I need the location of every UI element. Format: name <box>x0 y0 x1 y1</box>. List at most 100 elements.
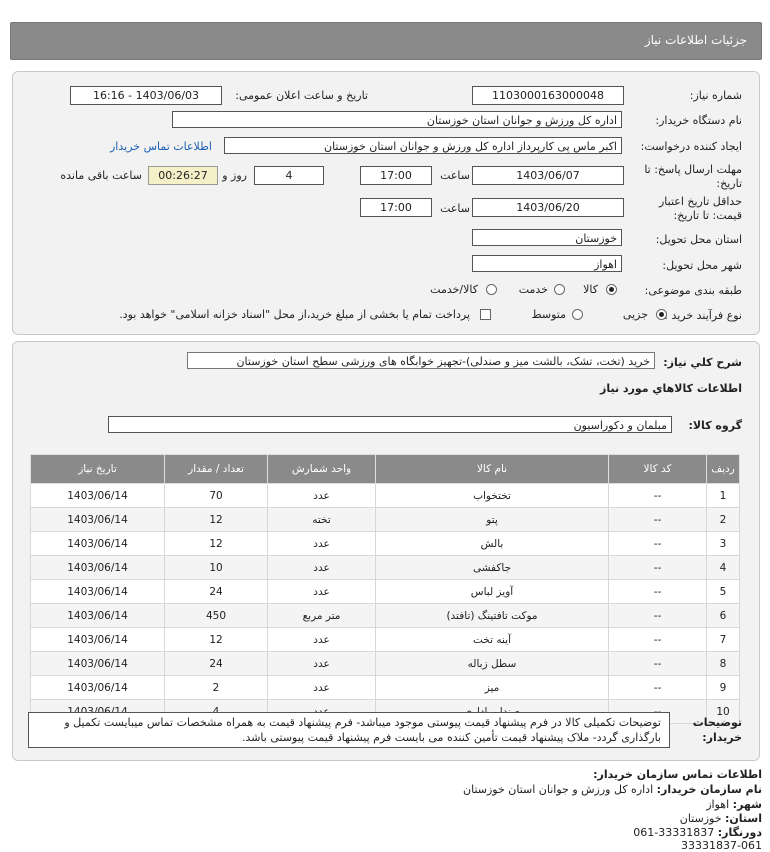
cell-goods-code: -- <box>608 555 707 580</box>
header-goods-name: نام کالا <box>375 454 609 484</box>
cell-goods-name: تختخواب <box>375 483 609 508</box>
contact-phone2-row: 33331837-061 <box>681 839 762 852</box>
deadline-label-1: مهلت ارسال پاسخ: تا <box>644 163 742 176</box>
treasury-bonds-checkbox[interactable] <box>480 309 491 320</box>
cell-quantity: 70 <box>164 483 268 508</box>
notes-label-1: توضیحات <box>692 716 742 729</box>
remaining-label: ساعت باقی مانده <box>60 169 142 182</box>
table-row: 3 -- بالش عدد 12 1403/06/14 <box>30 531 740 556</box>
cell-need-date: 1403/06/14 <box>30 627 165 652</box>
deadline-time-field: 17:00 <box>360 166 432 185</box>
table-row: 1 -- تختخواب عدد 70 1403/06/14 <box>30 483 740 508</box>
table-row: 7 -- آینه تخت عدد 12 1403/06/14 <box>30 627 740 652</box>
validity-label-1: حداقل تاریخ اعتبار <box>658 195 742 208</box>
goods-info-title: اطلاعات کالاهاي مورد نياز <box>600 382 742 395</box>
cell-goods-name: جاکفشی <box>375 555 609 580</box>
province-field: خوزستان <box>472 229 622 246</box>
table-row: 9 -- میز عدد 2 1403/06/14 <box>30 675 740 700</box>
contact-city-label: شهر: <box>732 798 762 811</box>
cell-goods-code: -- <box>608 483 707 508</box>
cell-goods-name: آویز لباس <box>375 579 609 604</box>
buyer-org-label: نام دستگاه خریدار: <box>655 114 742 127</box>
cell-need-date: 1403/06/14 <box>30 675 165 700</box>
contact-title: اطلاعات تماس سازمان خریدار: <box>593 768 762 781</box>
header-unit: واحد شمارش <box>267 454 376 484</box>
table-row: 8 -- سطل زباله عدد 24 1403/06/14 <box>30 651 740 676</box>
page-title: جزئیات اطلاعات نیاز <box>644 33 747 47</box>
category-radio-service[interactable] <box>554 284 565 295</box>
cell-goods-code: -- <box>608 675 707 700</box>
cell-row-number: 4 <box>706 555 740 580</box>
category-radio-both[interactable] <box>486 284 497 295</box>
header-goods-code: کد کالا <box>608 454 707 484</box>
category-option-goods: کالا <box>583 283 598 296</box>
summary-label: شرح کلي نياز: <box>663 356 742 369</box>
announce-label: تاریخ و ساعت اعلان عمومی: <box>235 89 368 102</box>
cell-unit: عدد <box>267 627 376 652</box>
purchase-option-medium: متوسط <box>531 308 566 321</box>
cell-need-date: 1403/06/14 <box>30 555 165 580</box>
cell-need-date: 1403/06/14 <box>30 483 165 508</box>
purchase-option-minor: جزیی <box>622 308 648 321</box>
category-option-both: کالا/خدمت <box>430 283 478 296</box>
purchase-radio-medium[interactable] <box>572 309 583 320</box>
validity-hour-label: ساعت <box>440 202 470 215</box>
goods-group-field: مبلمان و دکوراسیون <box>108 416 672 433</box>
creator-field: اکبر ماس پی کارپرداز اداره کل ورزش و جوا… <box>224 137 622 154</box>
cell-unit: عدد <box>267 579 376 604</box>
contact-city-row: شهر: اهواز <box>706 798 762 811</box>
cell-row-number: 9 <box>706 675 740 700</box>
cell-goods-name: موکت تافتینگ (تافتد) <box>375 603 609 628</box>
cell-row-number: 7 <box>706 627 740 652</box>
cell-unit: متر مربع <box>267 603 376 628</box>
buyer-org-field: اداره کل ورزش و جوانان استان خوزستان <box>172 111 622 128</box>
table-row: 4 -- جاکفشی عدد 10 1403/06/14 <box>30 555 740 580</box>
page: 019101 ParsNamadData مرکز فراوری اطلاعات… <box>0 0 770 852</box>
cell-goods-code: -- <box>608 531 707 556</box>
contact-city-value: اهواز <box>706 798 730 811</box>
cell-goods-code: -- <box>608 627 707 652</box>
purchase-type-label: نوع فرآیند خرید : <box>664 309 742 322</box>
header-row-number: ردیف <box>706 454 740 484</box>
contact-org-value: اداره کل ورزش و جوانان استان خوزستان <box>463 783 654 796</box>
remaining-time-field: 00:26:27 <box>148 166 218 185</box>
cell-quantity: 24 <box>164 579 268 604</box>
category-option-service: خدمت <box>518 283 548 296</box>
deadline-date-field: 1403/06/07 <box>472 166 624 185</box>
buyer-contact-link[interactable]: اطلاعات تماس خریدار <box>110 140 212 153</box>
table-body: 1 -- تختخواب عدد 70 1403/06/14 2 -- پتو تخته 12 140… <box>30 483 740 724</box>
province-label: استان محل تحویل: <box>655 233 742 246</box>
need-number-label: شماره نیاز: <box>689 89 742 102</box>
cell-row-number: 5 <box>706 579 740 604</box>
cell-quantity: 12 <box>164 507 268 532</box>
title-bar: جزئیات اطلاعات نیاز <box>10 22 762 60</box>
category-radio-goods[interactable] <box>606 284 617 295</box>
cell-goods-name: سطل زباله <box>375 651 609 676</box>
days-field: 4 <box>254 166 324 185</box>
table-row: 2 -- پتو تخته 12 1403/06/14 <box>30 507 740 532</box>
need-number-field: 1103000163000048 <box>472 86 624 105</box>
contact-phone2-value: 33331837-061 <box>681 839 762 852</box>
header-quantity: تعداد / مقدار <box>164 454 268 484</box>
cell-goods-name: پتو <box>375 507 609 532</box>
cell-quantity: 450 <box>164 603 268 628</box>
cell-need-date: 1403/06/14 <box>30 651 165 676</box>
cell-row-number: 2 <box>706 507 740 532</box>
cell-unit: عدد <box>267 651 376 676</box>
cell-quantity: 12 <box>164 531 268 556</box>
deadline-hour-label: ساعت <box>440 169 470 182</box>
contact-org-label: نام سازمان خریدار: <box>656 783 762 796</box>
purchase-radio-minor[interactable] <box>656 309 667 320</box>
contact-province-label: استان: <box>725 812 762 825</box>
cell-row-number: 3 <box>706 531 740 556</box>
announce-field: 1403/06/03 - 16:16 <box>70 86 222 105</box>
contact-province-value: خوزستان <box>679 812 722 825</box>
cell-need-date: 1403/06/14 <box>30 579 165 604</box>
cell-goods-name: بالش <box>375 531 609 556</box>
cell-quantity: 12 <box>164 627 268 652</box>
cell-unit: عدد <box>267 483 376 508</box>
cell-need-date: 1403/06/14 <box>30 603 165 628</box>
contact-phone-row: دورنگار: 33331837-061 <box>633 826 762 839</box>
cell-need-date: 1403/06/14 <box>30 507 165 532</box>
cell-row-number: 6 <box>706 603 740 628</box>
